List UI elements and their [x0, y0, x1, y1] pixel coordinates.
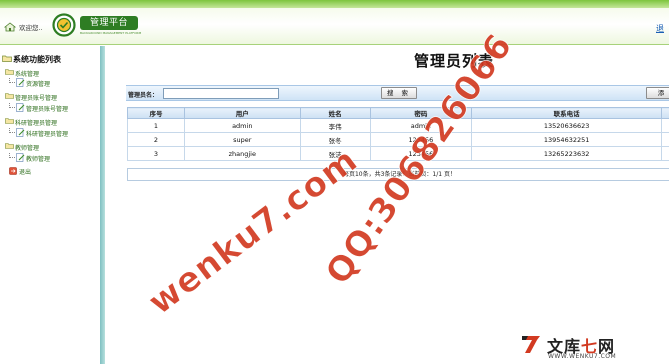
- brand-logo-icon: [522, 336, 540, 353]
- cell-password: 123456: [369, 132, 473, 147]
- sidebar-divider: [100, 46, 105, 364]
- sidebar-item-label: 教师管理: [26, 156, 51, 163]
- search-button[interactable]: 搜 索: [381, 87, 417, 99]
- sidebar-group-label: 系统管理: [15, 71, 40, 78]
- logo-ring-icon: [52, 13, 76, 37]
- tree-connector: [9, 78, 15, 83]
- sidebar-group-label: 教师管理: [15, 145, 40, 152]
- cell-no: 2: [127, 132, 185, 147]
- search-bar: 管理员名： 搜 索 添: [126, 85, 669, 101]
- cell-user: super: [183, 132, 301, 147]
- cell-name: 张洁: [299, 146, 371, 161]
- sidebar-item-label: 资源管理: [26, 81, 51, 88]
- exit-link[interactable]: 退: [656, 23, 664, 34]
- edit-doc-icon: [16, 128, 25, 137]
- sidebar-item-label: 科研管理员管理: [26, 131, 69, 138]
- search-label: 管理员名：: [128, 92, 159, 99]
- logout-label: 退出: [19, 169, 32, 176]
- cell-phone: 13265223632: [471, 146, 662, 161]
- folder-open-icon: [5, 93, 14, 99]
- tree-connector: [9, 153, 15, 158]
- tree-connector: [9, 103, 15, 108]
- brand-url: WWW.WENKU7.COM: [548, 353, 617, 360]
- cell-name: 李伟: [299, 118, 371, 133]
- sidebar-title-label: 系统功能列表: [13, 55, 61, 64]
- sidebar-item-label: 管理员账号管理: [26, 106, 69, 113]
- table-row[interactable]: 1 admin 李伟 admin 13520636623: [127, 118, 669, 133]
- column-header-name: 姓名: [299, 107, 371, 119]
- admin-name-search-input[interactable]: [163, 88, 279, 99]
- pagination-info: 每页10条，共3条记录！当前页：1/1 页！: [127, 168, 669, 181]
- sidebar-group-label: 科研管理员管理: [15, 120, 58, 127]
- app-logo: 管理平台 BACKGROUND MANAGEMENT PLATFORM: [52, 13, 142, 37]
- column-header-no: 序号: [127, 107, 185, 119]
- folder-open-icon: [5, 143, 14, 149]
- cell-password: admin: [369, 118, 473, 133]
- top-header: 欢迎您.. 管理平台 BACKGROUND MANAGEMENT PLATFOR…: [0, 0, 669, 45]
- column-header-password: 密码: [369, 107, 473, 119]
- edit-doc-icon: [16, 78, 25, 87]
- folder-open-icon: [5, 69, 14, 75]
- cell-phone: 13954632251: [471, 132, 662, 147]
- sidebar-group-label: 管理员账号管理: [15, 95, 58, 102]
- sidebar: 系统功能列表 系统管理 资源管理 管理员账号管理 管理员账号管理 科研管理员管理…: [0, 46, 100, 364]
- table-row[interactable]: 2 super 张冬 123456 13954632251: [127, 132, 669, 147]
- cell-password: 123456: [369, 146, 473, 161]
- cell-actions[interactable]: [660, 132, 669, 147]
- cell-user: zhangjie: [183, 146, 301, 161]
- tree-connector: [9, 128, 15, 133]
- cell-actions[interactable]: [660, 118, 669, 133]
- add-button[interactable]: 添: [646, 87, 669, 99]
- folder-open-icon: [5, 118, 14, 124]
- home-icon[interactable]: [4, 22, 16, 32]
- table-row[interactable]: 3 zhangjie 张洁 123456 13265223632: [127, 146, 669, 161]
- welcome-text: 欢迎您..: [19, 24, 43, 32]
- column-header-user: 用户: [183, 107, 301, 119]
- logo-subtitle: BACKGROUND MANAGEMENT PLATFORM: [80, 31, 142, 35]
- cell-phone: 13520636623: [471, 118, 662, 133]
- logo-title: 管理平台: [80, 16, 138, 30]
- page-title: 管理员列表: [414, 52, 495, 70]
- admin-table: 序号 用户 姓名 密码 联系电话 1 admin 李伟 admin 135206…: [127, 107, 669, 161]
- folder-open-icon: [2, 55, 12, 62]
- cell-user: admin: [183, 118, 301, 133]
- cell-actions[interactable]: [660, 146, 669, 161]
- cell-no: 3: [127, 146, 185, 161]
- cell-no: 1: [127, 118, 185, 133]
- column-header-actions: [660, 107, 669, 119]
- brand-watermark: 文库七网 WWW.WENKU7.COM: [520, 333, 669, 364]
- cell-name: 张冬: [299, 132, 371, 147]
- logout-icon: [9, 167, 17, 175]
- column-header-phone: 联系电话: [471, 107, 662, 119]
- table-header-row: 序号 用户 姓名 密码 联系电话: [127, 107, 669, 119]
- edit-doc-icon: [16, 103, 25, 112]
- edit-doc-icon: [16, 153, 25, 162]
